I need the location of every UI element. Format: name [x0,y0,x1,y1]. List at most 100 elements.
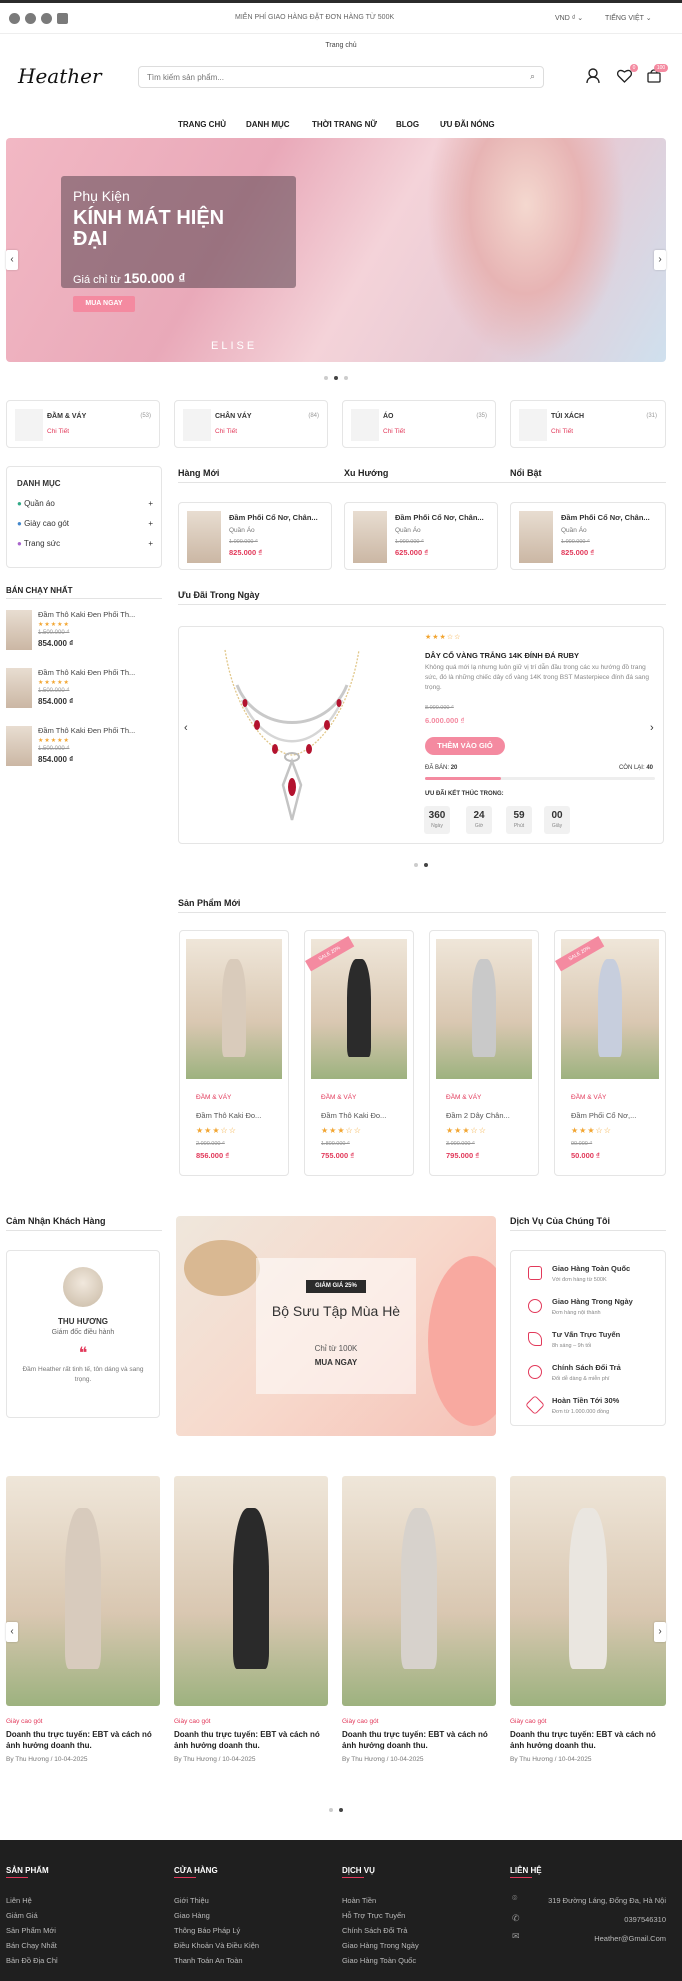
footer-phone[interactable]: 0397546310 [624,1915,666,1924]
new-product-card[interactable]: SALE 20% ĐẦM & VÁY Đầm Thô Kaki Đo... ★★… [304,930,414,1176]
product-name[interactable]: Đầm Phối Cổ Nơ,... [571,1111,636,1120]
nav-categories[interactable]: DANH MỤC [246,120,290,129]
promo-shop-button[interactable]: MUA NGAY [256,1358,416,1367]
blog-title[interactable]: Doanh thu trực tuyến: EBT và cách nó ảnh… [174,1729,328,1751]
footer-link[interactable]: Giao Hàng Toàn Quốc [342,1956,416,1965]
tab-product-card[interactable]: Đầm Phối Cổ Nơ, Chân... Quần Áo 1.000.00… [178,502,332,570]
tab-trending-title[interactable]: Xu Hướng [344,468,388,478]
sidebar-item-jewelry[interactable]: ● Trang sức + [17,539,153,548]
blog-title[interactable]: Doanh thu trực tuyến: EBT và cách nó ảnh… [342,1729,496,1751]
footer-link[interactable]: Sản Phẩm Mới [6,1926,56,1935]
breadcrumb[interactable]: Trang chủ [0,42,682,49]
account-icon[interactable] [586,68,600,84]
logo[interactable]: Heather [18,64,102,88]
blog-title[interactable]: Doanh thu trực tuyến: EBT và cách nó ảnh… [510,1729,666,1751]
new-product-card[interactable]: ĐẦM & VÁY Đầm Thô Kaki Đo... ★★★☆☆ 2.000… [179,930,289,1176]
footer-link[interactable]: Thông Báo Pháp Lý [174,1926,240,1935]
category-card-tops[interactable]: ÁO (35) Chi Tiết [342,400,496,448]
new-product-card[interactable]: SALE 20% ĐẦM & VÁY Đầm Phối Cổ Nơ,... ★★… [554,930,666,1176]
search-input[interactable] [147,67,507,87]
product-name[interactable]: Đầm Thô Kaki Đen Phối Th... [38,726,135,735]
category-link[interactable]: Chi Tiết [551,428,573,435]
category-card-dresses[interactable]: ĐẦM & VÁY (53) Chi Tiết [6,400,160,448]
hero-next-arrow[interactable]: › [654,250,666,270]
sidebar-item-clothes[interactable]: ● Quần áo + [17,499,153,508]
footer-link[interactable]: Bán Chạy Nhất [6,1941,57,1950]
footer-link[interactable]: Thanh Toán An Toàn [174,1956,243,1965]
tab-product-card[interactable]: Đầm Phối Cổ Nơ, Chân... Quần Áo 1.000.00… [510,502,666,570]
best-seller-item[interactable]: Đầm Thô Kaki Đen Phối Th... ★★★★★ 1.500.… [6,668,162,718]
currency-select[interactable]: VND ₫ ⌄ [555,14,583,22]
footer-link[interactable]: Hỗ Trợ Trực Tuyến [342,1911,405,1920]
blog-category[interactable]: Giày cao gót [6,1718,43,1725]
footer-link[interactable]: Giao Hàng Trong Ngày [342,1941,419,1950]
footer-email[interactable]: Heather@Gmail.Com [594,1934,666,1943]
nav-home[interactable]: TRANG CHỦ [178,120,226,129]
hero-banner[interactable]: Phụ Kiện KÍNH MÁT HIỆN ĐẠI Giá chỉ từ 150… [6,138,666,362]
blog-category[interactable]: Giày cao gót [342,1718,379,1725]
hero-prev-arrow[interactable]: ‹ [6,250,18,270]
footer-link[interactable]: Giao Hàng [174,1911,210,1920]
twitter-icon[interactable] [25,13,36,24]
best-seller-item[interactable]: Đầm Thô Kaki Đen Phối Th... ★★★★★ 1.500.… [6,726,162,776]
category-link[interactable]: Chi Tiết [47,428,69,435]
nav-womens-fashion[interactable]: THỜI TRANG NỮ [312,120,377,129]
blog-image[interactable] [342,1476,496,1706]
nav-hot-deals[interactable]: ƯU ĐÃI NÓNG [440,120,495,129]
deal-dot-2[interactable] [424,863,428,867]
footer-link[interactable]: Giới Thiệu [174,1896,209,1905]
facebook-icon[interactable] [9,13,20,24]
hero-dot-2[interactable] [334,376,338,380]
product-name[interactable]: Đầm 2 Dây Chân... [446,1111,510,1120]
linkedin-icon[interactable] [57,13,68,24]
search-bar[interactable]: ⌕ [138,66,544,88]
product-name[interactable]: Đầm Phối Cổ Nơ, Chân... [561,513,650,522]
deal-product-name[interactable]: DÂY CỔ VÀNG TRẮNG 14K ĐÍNH ĐÁ RUBY [425,651,579,660]
deal-next-arrow[interactable]: › [650,722,654,734]
product-category[interactable]: ĐẦM & VÁY [571,1094,606,1101]
hero-dot-1[interactable] [324,376,328,380]
blog-next-arrow[interactable]: › [654,1622,666,1642]
footer-link[interactable]: Bản Đồ Địa Chỉ [6,1956,58,1965]
product-category[interactable]: ĐẦM & VÁY [446,1094,481,1101]
blog-image[interactable] [6,1476,160,1706]
product-name[interactable]: Đầm Thô Kaki Đen Phối Th... [38,668,135,677]
sidebar-item-heels[interactable]: ● Giày cao gót + [17,519,153,528]
footer-link[interactable]: Điều Khoản Và Điều Kiện [174,1941,259,1950]
product-name[interactable]: Đầm Phối Cổ Nơ, Chân... [229,513,318,522]
add-to-cart-button[interactable]: THÊM VÀO GIỎ [425,737,505,755]
category-link[interactable]: Chi Tiết [383,428,405,435]
deal-dot-1[interactable] [414,863,418,867]
blog-category[interactable]: Giày cao gót [510,1718,547,1725]
deal-prev-arrow[interactable]: ‹ [184,722,188,734]
hero-dot-3[interactable] [344,376,348,380]
hero-cta-button[interactable]: MUA NGAY [73,296,135,312]
blog-image[interactable] [510,1476,666,1706]
language-select[interactable]: TIẾNG VIỆT ⌄ [605,14,652,22]
tab-product-card[interactable]: Đầm Phối Cổ Nơ, Chân... Quần Áo 1.000.00… [344,502,498,570]
product-name[interactable]: Đầm Thô Kaki Đen Phối Th... [38,610,135,619]
blog-prev-arrow[interactable]: ‹ [6,1622,18,1642]
new-product-card[interactable]: ĐẦM & VÁY Đầm 2 Dây Chân... ★★★☆☆ 3.000.… [429,930,539,1176]
category-card-bags[interactable]: TÚI XÁCH (31) Chi Tiết [510,400,666,448]
product-category[interactable]: ĐẦM & VÁY [196,1094,231,1101]
product-name[interactable]: Đầm Thô Kaki Đo... [196,1111,261,1120]
blog-title[interactable]: Doanh thu trực tuyến: EBT và cách nó ảnh… [6,1729,160,1751]
blog-image[interactable] [174,1476,328,1706]
product-name[interactable]: Đầm Phối Cổ Nơ, Chân... [395,513,484,522]
instagram-icon[interactable] [41,13,52,24]
best-seller-item[interactable]: Đầm Thô Kaki Đen Phối Th... ★★★★★ 1.500.… [6,610,162,660]
product-name[interactable]: Đầm Thô Kaki Đo... [321,1111,386,1120]
footer-link[interactable]: Liên Hệ [6,1896,32,1905]
category-card-skirts[interactable]: CHÂN VÁY (84) Chi Tiết [174,400,328,448]
category-link[interactable]: Chi Tiết [215,428,237,435]
blog-dot-1[interactable] [329,1808,333,1812]
wishlist-icon[interactable] [616,69,633,83]
footer-link[interactable]: Chính Sách Đổi Trả [342,1926,407,1935]
product-category[interactable]: ĐẦM & VÁY [321,1094,356,1101]
blog-dot-2[interactable] [339,1808,343,1812]
nav-blog[interactable]: BLOG [396,120,419,129]
tab-featured-title[interactable]: Nổi Bật [510,468,542,478]
footer-link[interactable]: Hoàn Tiền [342,1896,376,1905]
summer-collection-banner[interactable]: GIẢM GIÁ 25% Bộ Sưu Tập Mùa Hè Chỉ từ 10… [176,1216,496,1436]
